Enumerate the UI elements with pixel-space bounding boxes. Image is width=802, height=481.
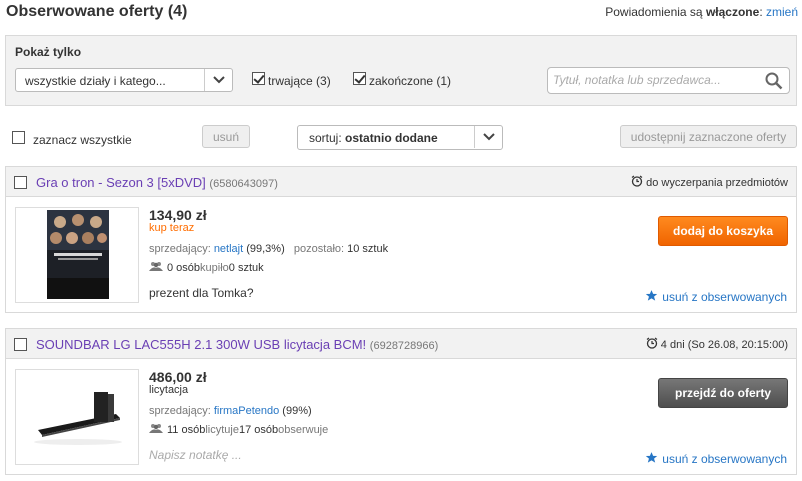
filter-label: Pokaż tylko [15, 45, 82, 59]
remaining-value: 10 sztuk [347, 243, 389, 255]
offer-price: 486,00 zł [149, 369, 207, 385]
unwatch-link[interactable]: usuń z obserwowanych [645, 289, 787, 305]
search-input[interactable] [553, 73, 753, 87]
notifications-separator: : [759, 5, 766, 19]
chevron-down-icon [204, 69, 232, 91]
people-count: 11 osób [167, 423, 206, 436]
filter-panel: Pokaż tylko wszystkie działy i katego...… [5, 35, 797, 106]
people-action: licytuje [205, 423, 239, 436]
search-icon[interactable] [765, 72, 783, 93]
unwatch-link[interactable]: usuń z obserwowanych [645, 451, 787, 467]
notifications-prefix: Powiadomienia są [605, 5, 706, 19]
sort-select[interactable]: sortuj: ostatnio dodane [297, 125, 503, 150]
people-extra: obserwuje [278, 423, 329, 436]
go-to-offer-button[interactable]: przejdź do oferty [658, 378, 788, 408]
remaining-label: pozostało: [293, 243, 348, 255]
offer-header: Gra o tron - Sezon 3 [5xDVD] (6580643097… [6, 167, 796, 197]
offer-price-type: kup teraz [149, 222, 195, 234]
offer-title-line: Gra o tron - Sezon 3 [5xDVD] (6580643097… [36, 175, 278, 190]
offer-card: SOUNDBAR LG LAC555H 2.1 300W USB licytac… [5, 328, 797, 475]
offer-title-line: SOUNDBAR LG LAC555H 2.1 300W USB licytac… [36, 337, 438, 352]
offer-seller-row: sprzedający: netlajt (99,3%) pozostało: … [149, 243, 388, 255]
offer-checkbox[interactable] [14, 338, 27, 351]
offer-title-link[interactable]: SOUNDBAR LG LAC555H 2.1 300W USB licytac… [36, 337, 366, 352]
people-action: kupiło [200, 261, 229, 274]
change-notifications-link[interactable]: zmień [766, 5, 798, 19]
items-count: 0 sztuk [228, 261, 264, 274]
offer-time-text: 4 dni (So 26.08, 20:15:00) [660, 338, 788, 351]
offer-title-link[interactable]: Gra o tron - Sezon 3 [5xDVD] [36, 175, 206, 190]
page-header: Obserwowane oferty (4) Powiadomienia są … [6, 3, 798, 23]
seller-label: sprzedający: [149, 405, 214, 417]
chevron-down-icon [474, 126, 502, 148]
sort-prefix: sortuj: [309, 131, 346, 145]
offer-card: Gra o tron - Sezon 3 [5xDVD] (6580643097… [5, 166, 797, 313]
people-icon [149, 423, 163, 436]
seller-label: sprzedający: [149, 243, 214, 255]
note-input[interactable]: Napisz notatkę ... [149, 448, 242, 462]
seller-rating: (99%) [279, 405, 312, 417]
sort-select-value: sortuj: ostatnio dodane [309, 131, 438, 145]
notifications-state: włączone [705, 5, 760, 19]
seller-rating: (99,3%) [243, 243, 285, 255]
offer-seller-row: sprzedający: firmaPetendo (99%) [149, 405, 312, 417]
soundbar-image [34, 392, 122, 445]
page-title: Obserwowane oferty (4) [6, 3, 188, 20]
offer-note[interactable]: prezent dla Tomka? [149, 286, 254, 300]
ongoing-label: trwające (3) [268, 74, 331, 88]
offer-id: (6580643097) [209, 178, 278, 190]
notifications-status: Powiadomienia są włączone: zmień [605, 5, 798, 19]
list-toolbar: zaznacz wszystkie usuń sortuj: ostatnio … [5, 125, 797, 150]
offer-time-text: do wyczerpania przedmiotów [646, 176, 788, 189]
people-icon [149, 261, 163, 274]
dvd-cover-image [47, 210, 109, 299]
offer-time: 4 dni (So 26.08, 20:15:00) [646, 337, 788, 352]
offer-price: 134,90 zł [149, 207, 207, 223]
ended-label: zakończone (1) [369, 74, 452, 88]
seller-link[interactable]: firmaPetendo [214, 405, 279, 417]
category-select[interactable]: wszystkie działy i katego... [15, 68, 233, 92]
search-box [547, 67, 790, 94]
offer-time: do wyczerpania przedmiotów [631, 175, 788, 190]
share-selected-button[interactable]: udostępnij zaznaczone oferty [620, 125, 797, 148]
category-select-value: wszystkie działy i katego... [25, 74, 166, 88]
unwatch-label: usuń z obserwowanych [662, 290, 787, 304]
offer-checkbox[interactable] [14, 176, 27, 189]
alarm-clock-icon [631, 175, 643, 190]
unwatch-label: usuń z obserwowanych [662, 452, 787, 466]
offer-activity-row: 11 osób licytuje 17 osób obserwuje [149, 423, 328, 436]
star-icon [645, 451, 658, 467]
ongoing-checkbox[interactable] [252, 72, 265, 85]
seller-link[interactable]: netlajt [214, 243, 243, 255]
sort-value: ostatnio dodane [345, 131, 438, 145]
ended-checkbox[interactable] [353, 72, 366, 85]
offer-activity-row: 0 osób kupiło 0 sztuk [149, 261, 264, 274]
remove-button[interactable]: usuń [202, 125, 250, 148]
star-icon [645, 289, 658, 305]
people-count: 0 osób [167, 261, 201, 274]
alarm-clock-icon [646, 337, 658, 352]
offer-id: (6928728966) [369, 340, 439, 352]
offer-thumbnail[interactable] [15, 369, 139, 465]
offer-thumbnail[interactable] [15, 207, 139, 303]
select-all-checkbox[interactable] [12, 131, 25, 144]
offer-header: SOUNDBAR LG LAC555H 2.1 300W USB licytac… [6, 329, 796, 359]
add-to-cart-button[interactable]: dodaj do koszyka [658, 216, 788, 246]
watchers-count: 17 osób [238, 423, 279, 436]
offer-price-type: licytacja [149, 384, 189, 396]
select-all-label: zaznacz wszystkie [33, 133, 132, 147]
